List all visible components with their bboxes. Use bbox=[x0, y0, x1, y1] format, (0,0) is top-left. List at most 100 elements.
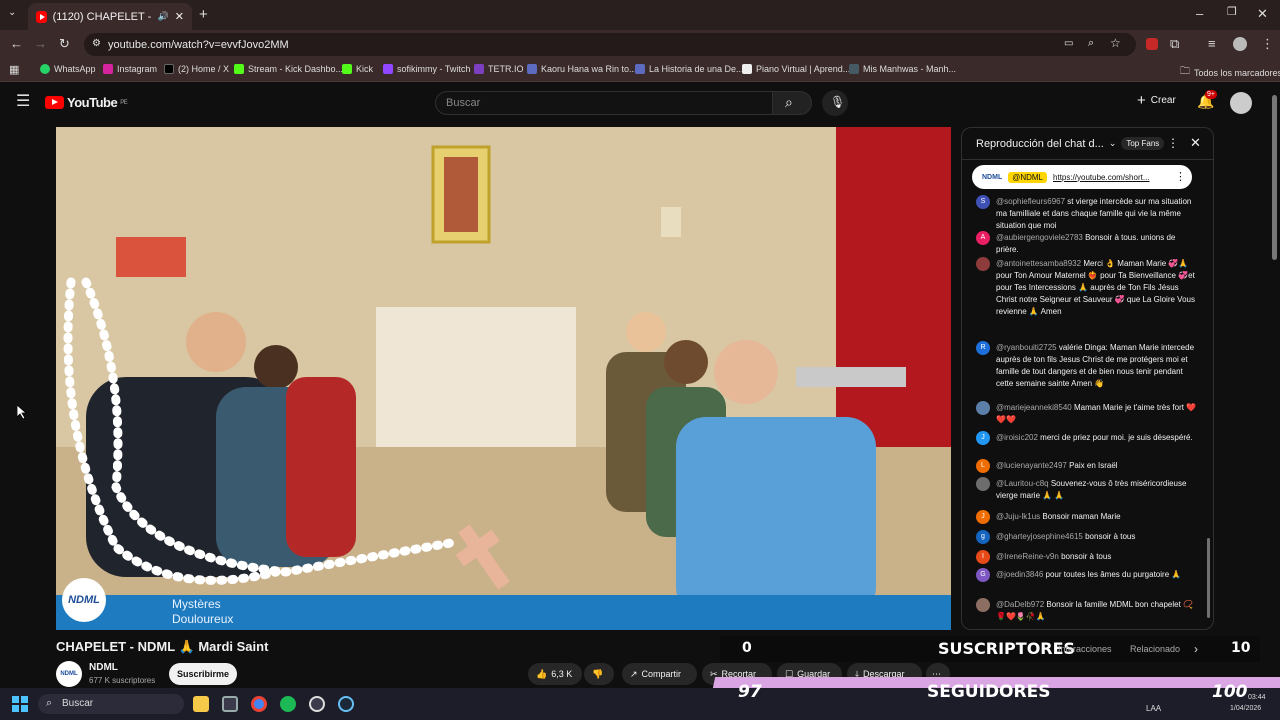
bookmark-whatsapp[interactable]: WhatsApp bbox=[40, 64, 96, 74]
windows-start-icon[interactable] bbox=[12, 696, 28, 712]
pinned-link[interactable]: https://youtube.com/short... bbox=[1053, 173, 1150, 182]
channel-name[interactable]: NDML bbox=[89, 662, 118, 673]
create-button[interactable]: + Crear bbox=[1137, 91, 1176, 109]
tab-search-icon[interactable]: ⌄ bbox=[8, 8, 16, 18]
instagram-icon bbox=[103, 64, 113, 74]
twitch-icon bbox=[383, 64, 393, 74]
youtube-header: ☰ YouTube PE Buscar ⌕ 🎙 + Crear 🔔 9+ bbox=[0, 83, 1280, 123]
clock-date[interactable]: 1/04/2026 bbox=[1230, 705, 1261, 712]
search-icon: ⌕ bbox=[785, 94, 793, 110]
profile-avatar[interactable] bbox=[1233, 37, 1247, 51]
youtube-logo[interactable]: YouTube PE bbox=[45, 95, 128, 110]
restore-icon[interactable]: ❐ bbox=[1227, 7, 1237, 18]
subs-goal-target: 10 bbox=[1231, 640, 1251, 656]
ndml-logo: NDML bbox=[62, 578, 106, 622]
chat-message: R @ryanbouiti2725 valérie Dinga: Maman Ma… bbox=[976, 341, 1198, 390]
pinned-message[interactable]: NDML @NDML https://youtube.com/short... … bbox=[972, 165, 1192, 189]
channel-subscribers: 677 K suscriptores bbox=[89, 676, 156, 685]
chat-avatar: L bbox=[976, 459, 990, 473]
plus-icon: + bbox=[1137, 91, 1146, 109]
bookmarks-bar: ▦ WhatsApp Instagram (2) Home / X Stream… bbox=[0, 58, 1280, 82]
bookmark-historia[interactable]: La Historia de una De... bbox=[635, 64, 744, 74]
chat-message: @mariejeanneki8540 Maman Marie je t'aime… bbox=[976, 401, 1198, 426]
cast-icon[interactable]: ▭ bbox=[1064, 38, 1073, 49]
chat-menu-icon[interactable]: ⋮ bbox=[1167, 136, 1179, 150]
followers-goal-label: SEGUIDORES bbox=[927, 682, 1051, 702]
extension-icon[interactable] bbox=[1146, 38, 1158, 50]
file-explorer-icon[interactable] bbox=[193, 696, 209, 712]
subscribe-button[interactable]: Suscribirme bbox=[169, 663, 237, 685]
voice-search-button[interactable]: 🎙 bbox=[822, 90, 848, 116]
search-input[interactable]: Buscar bbox=[435, 91, 773, 115]
all-bookmarks[interactable]: 🗀 Todos los marcadores bbox=[1180, 64, 1280, 81]
page-scrollbar[interactable] bbox=[1272, 95, 1277, 260]
like-button[interactable]: 👍 6,3 K bbox=[528, 663, 582, 685]
new-tab-icon[interactable]: + bbox=[199, 7, 208, 22]
reload-icon[interactable]: ↻ bbox=[59, 37, 70, 50]
search-icon: ⌕ bbox=[46, 697, 53, 709]
tab-close-icon[interactable]: ✕ bbox=[175, 10, 184, 23]
site-info-icon[interactable]: ⚙ bbox=[92, 38, 101, 49]
chrome-icon[interactable] bbox=[251, 696, 267, 712]
bookmark-manhwas[interactable]: Mis Manhwas - Manh... bbox=[849, 64, 956, 74]
ndml-avatar-icon: NDML bbox=[982, 173, 1003, 181]
top-fans-badge[interactable]: Top Fans bbox=[1121, 137, 1165, 150]
obs-icon[interactable] bbox=[309, 696, 325, 712]
hamburger-menu-icon[interactable]: ☰ bbox=[16, 94, 30, 110]
chat-avatar bbox=[976, 477, 990, 491]
chat-title[interactable]: Reproducción del chat d... bbox=[976, 138, 1104, 150]
bookmark-piano[interactable]: Piano Virtual | Aprend... bbox=[742, 64, 850, 74]
bookmark-kick[interactable]: Kick bbox=[342, 64, 373, 74]
bookmark-instagram[interactable]: Instagram bbox=[103, 64, 157, 74]
apps-grid-icon[interactable]: ▦ bbox=[9, 63, 19, 76]
audio-icon[interactable]: 🔊 bbox=[158, 11, 169, 22]
thumbs-down-icon: 👎 bbox=[592, 668, 604, 679]
live-chat-panel: Reproducción del chat d... ⌄ Top Fans ⋮ … bbox=[961, 127, 1214, 630]
account-avatar[interactable] bbox=[1230, 92, 1252, 114]
bookmark-star-icon[interactable]: ☆ bbox=[1110, 36, 1121, 50]
chat-message: J @iroisic202 merci de priez pour moi. je… bbox=[976, 431, 1198, 445]
channel-avatar[interactable]: NDML bbox=[56, 661, 82, 687]
extensions-puzzle-icon[interactable]: ⧉ bbox=[1170, 37, 1179, 50]
bookmark-x[interactable]: (2) Home / X bbox=[164, 64, 229, 74]
chat-close-icon[interactable]: ✕ bbox=[1190, 135, 1201, 151]
chat-message: S @sophiefleurs6967 st vierge intercède s… bbox=[976, 195, 1198, 232]
address-bar[interactable]: ⚙ youtube.com/watch?v=evvfJovo2MM ▭ ⌕ ☆ bbox=[84, 33, 1136, 56]
browser-menu-icon[interactable]: ⋮ bbox=[1261, 37, 1274, 50]
tab-interactions[interactable]: Interacciones bbox=[1058, 644, 1112, 654]
settings-icon[interactable] bbox=[222, 696, 238, 712]
chevron-right-icon[interactable]: › bbox=[1194, 642, 1198, 656]
bookmark-kaoru[interactable]: Kaoru Hana wa Rin to... bbox=[527, 64, 637, 74]
language-indicator[interactable]: LAA bbox=[1146, 704, 1161, 713]
browser-tab[interactable]: (1120) CHAPELET - NDML 🙏 ... 🔊 ✕ bbox=[28, 3, 192, 30]
bookmark-twitch[interactable]: sofikimmy - Twitch bbox=[383, 64, 470, 74]
notifications-button[interactable]: 🔔 9+ bbox=[1197, 90, 1217, 110]
thumbs-up-icon: 👍 bbox=[536, 668, 548, 679]
bookmark-kick-dashboard[interactable]: Stream - Kick Dashbo... bbox=[234, 64, 343, 74]
back-icon[interactable]: ← bbox=[10, 37, 23, 50]
steam-icon[interactable] bbox=[338, 696, 354, 712]
share-button[interactable]: ↗ Compartir bbox=[622, 663, 697, 685]
taskbar-search[interactable]: ⌕ Buscar bbox=[38, 694, 184, 714]
media-queue-icon[interactable]: ≡ bbox=[1208, 37, 1216, 50]
forward-icon[interactable]: → bbox=[34, 37, 47, 50]
window-close-icon[interactable]: ✕ bbox=[1257, 7, 1268, 20]
followers-goal-target: 100 bbox=[1212, 682, 1248, 702]
spotify-icon[interactable] bbox=[280, 696, 296, 712]
search-button[interactable]: ⌕ bbox=[772, 91, 812, 115]
tab-title: (1120) CHAPELET - NDML 🙏 ... bbox=[52, 11, 152, 23]
chat-message: @antoinettesamba8932 Merci 👌 Maman Marie… bbox=[976, 257, 1198, 318]
chevron-down-icon[interactable]: ⌄ bbox=[1109, 138, 1117, 149]
dislike-button[interactable]: 👎 bbox=[584, 663, 614, 685]
pinned-menu-icon[interactable]: ⋮ bbox=[1175, 170, 1186, 183]
subs-goal-label: SUSCRIPTORES bbox=[938, 639, 1076, 658]
clock-time[interactable]: 03:44 bbox=[1248, 694, 1266, 701]
chat-scrollbar[interactable] bbox=[1207, 538, 1210, 618]
manhwa-icon bbox=[849, 64, 859, 74]
youtube-play-icon bbox=[45, 96, 64, 109]
video-player[interactable]: NDML Mystères Douloureux bbox=[56, 127, 951, 630]
minimize-icon[interactable]: – bbox=[1196, 7, 1203, 20]
zoom-icon[interactable]: ⌕ bbox=[1088, 37, 1094, 50]
tab-related[interactable]: Relacionado bbox=[1130, 644, 1180, 654]
bookmark-tetrio[interactable]: TETR.IO bbox=[474, 64, 524, 74]
